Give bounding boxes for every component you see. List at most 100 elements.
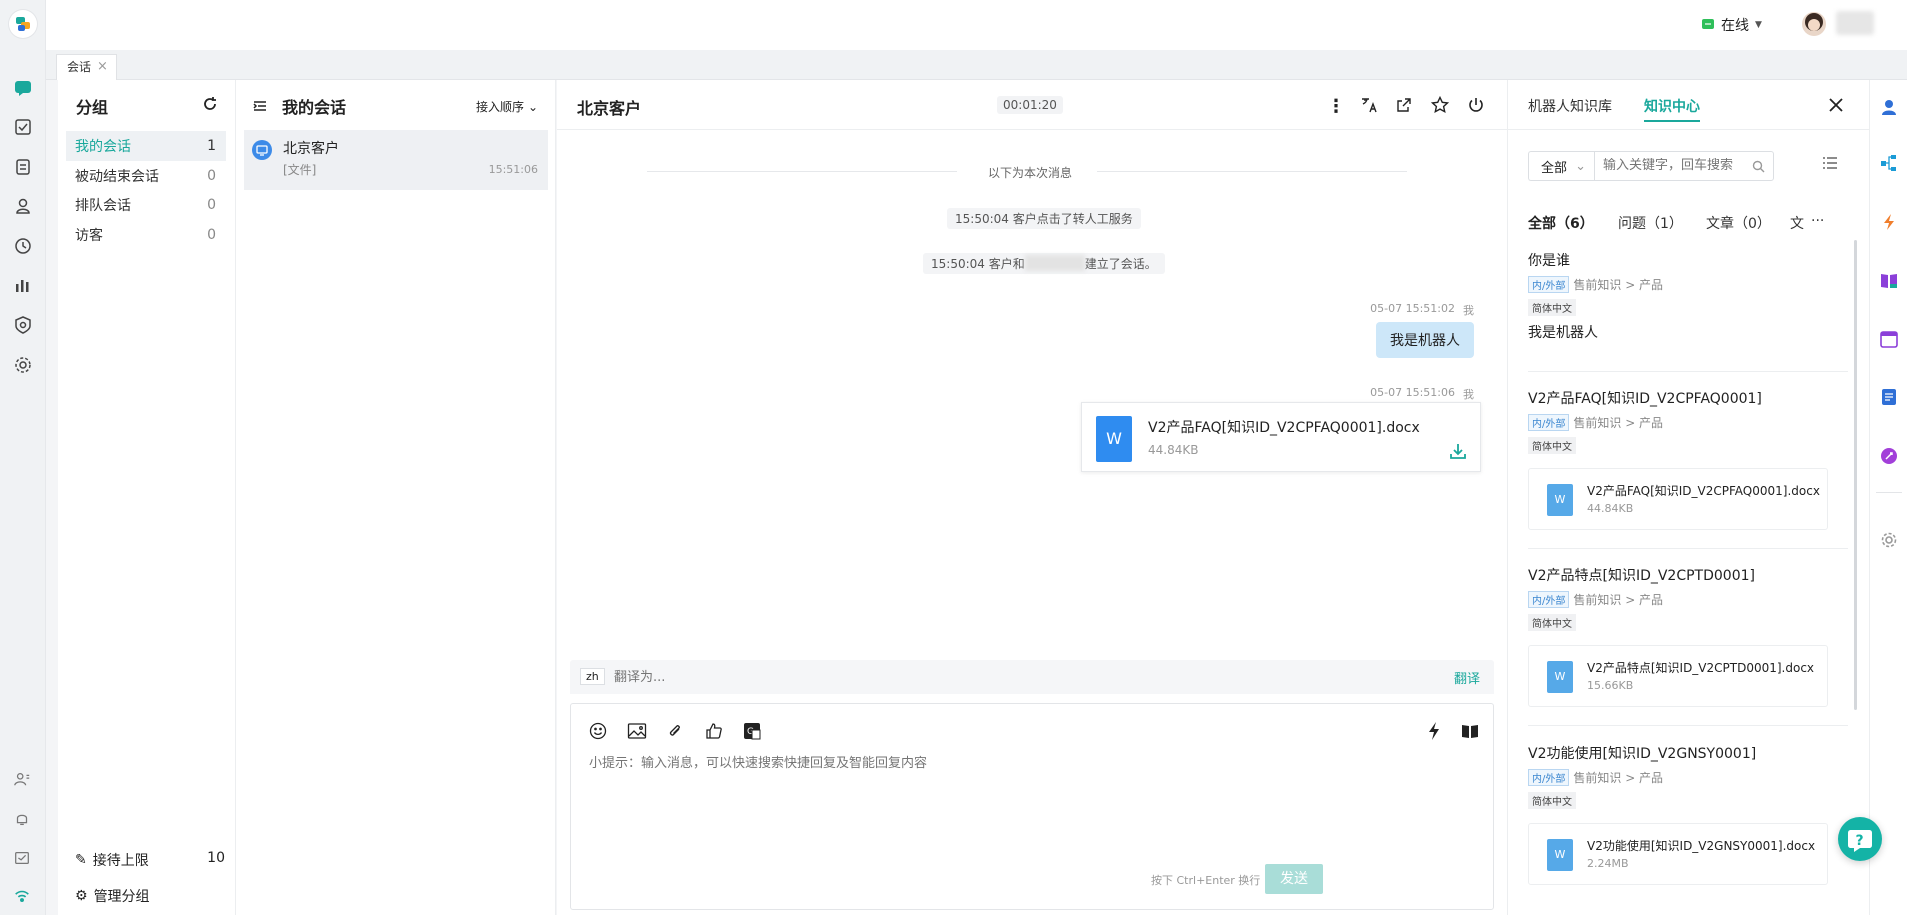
send-button[interactable]: 发送 (1265, 864, 1323, 894)
conversation-time: 15:51:06 (488, 163, 538, 176)
conversation-item[interactable]: 北京客户 [文件] 15:51:06 (244, 130, 548, 190)
collapse-icon[interactable] (253, 99, 267, 113)
knowledge-answer: 我是机器人 (1528, 325, 1598, 341)
item-divider (1528, 725, 1848, 726)
knowledge-search-input[interactable] (1603, 158, 1743, 173)
header-divider (1508, 129, 1870, 130)
quick-reply-lightning-icon[interactable] (1426, 721, 1442, 741)
translate-button[interactable]: 翻译 (1454, 668, 1480, 687)
knowledge-title: V2产品FAQ[知识ID_V2CPFAQ0001] (1528, 391, 1762, 407)
history-icon[interactable] (13, 236, 33, 256)
category-articles[interactable]: 文章（0） (1706, 213, 1771, 233)
transfer-icon[interactable] (1396, 97, 1412, 113)
group-item-queue[interactable]: 排队会话 0 (66, 190, 226, 220)
tab-conversation[interactable]: 会话 × (56, 54, 117, 80)
inbox-icon[interactable] (13, 849, 33, 869)
thumbs-up-icon[interactable] (704, 721, 724, 741)
notes-icon[interactable] (1880, 388, 1898, 406)
status-label: 在线 (1721, 18, 1749, 34)
workflow-icon[interactable] (1880, 154, 1898, 172)
system-message: 15:50:04 客户点击了转人工服务 (947, 208, 1141, 229)
sort-dropdown[interactable]: 接入顺序 ⌄ (476, 98, 538, 115)
knowledge-book-icon[interactable] (1461, 723, 1479, 739)
group-label: 被动结束会话 (75, 169, 159, 185)
image-icon[interactable] (627, 722, 647, 740)
tab-close-icon[interactable]: × (97, 55, 108, 80)
emoji-icon[interactable] (589, 722, 607, 740)
end-session-power-icon[interactable] (1467, 96, 1485, 114)
reception-limit[interactable]: ✎ 接待上限 10 (75, 850, 225, 870)
rail-divider (1876, 492, 1902, 493)
task-icon[interactable] (13, 117, 33, 137)
item-divider (1528, 548, 1848, 549)
settings-icon[interactable] (13, 355, 33, 375)
statistics-icon[interactable] (13, 275, 33, 295)
scrollbar[interactable] (1854, 240, 1857, 710)
knowledge-item[interactable]: 你是谁 内/外部 售前知识 > 产品 简体中文 我是机器人 (1528, 250, 1838, 342)
chat-icon[interactable] (13, 78, 33, 98)
file-size: 15.66KB (1587, 679, 1634, 692)
knowledge-file-card[interactable]: W V2功能使用[知识ID_V2GNSY0001].docx 2.24MB (1528, 823, 1828, 885)
message-input[interactable] (589, 752, 1469, 852)
app-logo[interactable] (9, 10, 37, 38)
chevron-down-icon: ⌄ (1575, 158, 1586, 174)
file-size: 2.24MB (1587, 857, 1629, 870)
message-time: 05-07 15:51:02 (1370, 302, 1455, 315)
document-icon[interactable] (13, 157, 33, 177)
group-item-visitors[interactable]: 访客 0 (66, 220, 226, 250)
tab-knowledge-center[interactable]: 知识中心 (1644, 96, 1700, 116)
group-count: 0 (207, 168, 216, 184)
group-label: 排队会话 (75, 198, 131, 214)
filter-select[interactable]: 全部 ⌄ (1528, 151, 1594, 181)
status-selector[interactable]: 在线 ▼ (1701, 15, 1762, 35)
group-item-passive-ended[interactable]: 被动结束会话 0 (66, 161, 226, 191)
knowledge-item[interactable]: V2功能使用[知识ID_V2GNSY0001] 内/外部 售前知识 > 产品 简体… (1528, 743, 1838, 885)
translate-icon[interactable] (1360, 96, 1378, 114)
category-all[interactable]: 全部（6） (1528, 213, 1594, 233)
star-icon[interactable] (1431, 96, 1449, 114)
group-item-my-conversations[interactable]: 我的会话 1 (66, 131, 226, 161)
system-message-session: 15:50:04 客户和 建立了会话。 (923, 253, 1165, 274)
tab-robot-knowledge[interactable]: 机器人知识库 (1528, 96, 1612, 116)
quick-reply-icon[interactable] (1880, 213, 1898, 231)
contacts-icon[interactable] (13, 196, 33, 216)
knowledge-item[interactable]: V2产品特点[知识ID_V2CPTD0001] 内/外部 售前知识 > 产品 简体… (1528, 565, 1838, 707)
help-float-button[interactable]: ? (1838, 817, 1882, 861)
calendar-icon[interactable] (1880, 330, 1898, 348)
knowledge-base-icon[interactable] (1880, 272, 1898, 290)
download-icon[interactable] (1448, 441, 1468, 461)
word-file-icon: W (1547, 484, 1573, 516)
knowledge-title: V2功能使用[知识ID_V2GNSY0001] (1528, 746, 1757, 762)
sort-label: 接入顺序 (476, 100, 525, 114)
avatar[interactable] (1802, 12, 1826, 36)
knowledge-file-card[interactable]: W V2产品FAQ[知识ID_V2CPFAQ0001].docx 44.84KB (1528, 468, 1828, 530)
file-message-card[interactable]: W V2产品FAQ[知识ID_V2CPFAQ0001].docx 44.84KB (1081, 402, 1481, 472)
translate-input[interactable] (614, 667, 1014, 687)
category-more[interactable]: 文 (1790, 213, 1804, 233)
close-icon[interactable] (1828, 97, 1844, 113)
knowledge-item[interactable]: V2产品FAQ[知识ID_V2CPFAQ0001] 内/外部 售前知识 > 产品 … (1528, 388, 1838, 530)
language-badge[interactable]: zh (580, 668, 605, 685)
group-count: 0 (207, 197, 216, 213)
list-view-icon[interactable] (1822, 155, 1838, 171)
knowledge-search[interactable] (1594, 151, 1774, 181)
rail-settings-icon[interactable] (1880, 531, 1898, 549)
ticket-icon[interactable] (1880, 447, 1898, 465)
knowledge-path: 售前知识 > 产品 (1573, 278, 1664, 292)
manage-groups-button[interactable]: ⚙ 管理分组 (75, 886, 150, 906)
notification-bell-icon[interactable] (13, 810, 33, 830)
quality-check-icon[interactable] (13, 315, 33, 335)
translate-toggle-icon[interactable]: G (743, 722, 761, 740)
more-vertical-icon[interactable]: ⋮ (1327, 96, 1345, 117)
knowledge-file-card[interactable]: W V2产品特点[知识ID_V2CPTD0001].docx 15.66KB (1528, 645, 1828, 707)
active-tab-underline (1644, 120, 1700, 122)
category-questions[interactable]: 问题（1） (1618, 213, 1683, 233)
more-icon[interactable]: ··· (1811, 213, 1824, 229)
agent-status-icon[interactable] (13, 770, 33, 790)
refresh-icon[interactable] (202, 96, 218, 112)
file-name: V2产品FAQ[知识ID_V2CPFAQ0001].docx (1587, 484, 1820, 498)
chat-timer: 00:01:20 (997, 96, 1063, 114)
customer-profile-icon[interactable] (1880, 98, 1898, 116)
attachment-icon[interactable] (666, 722, 684, 740)
word-file-icon: W (1547, 661, 1573, 693)
